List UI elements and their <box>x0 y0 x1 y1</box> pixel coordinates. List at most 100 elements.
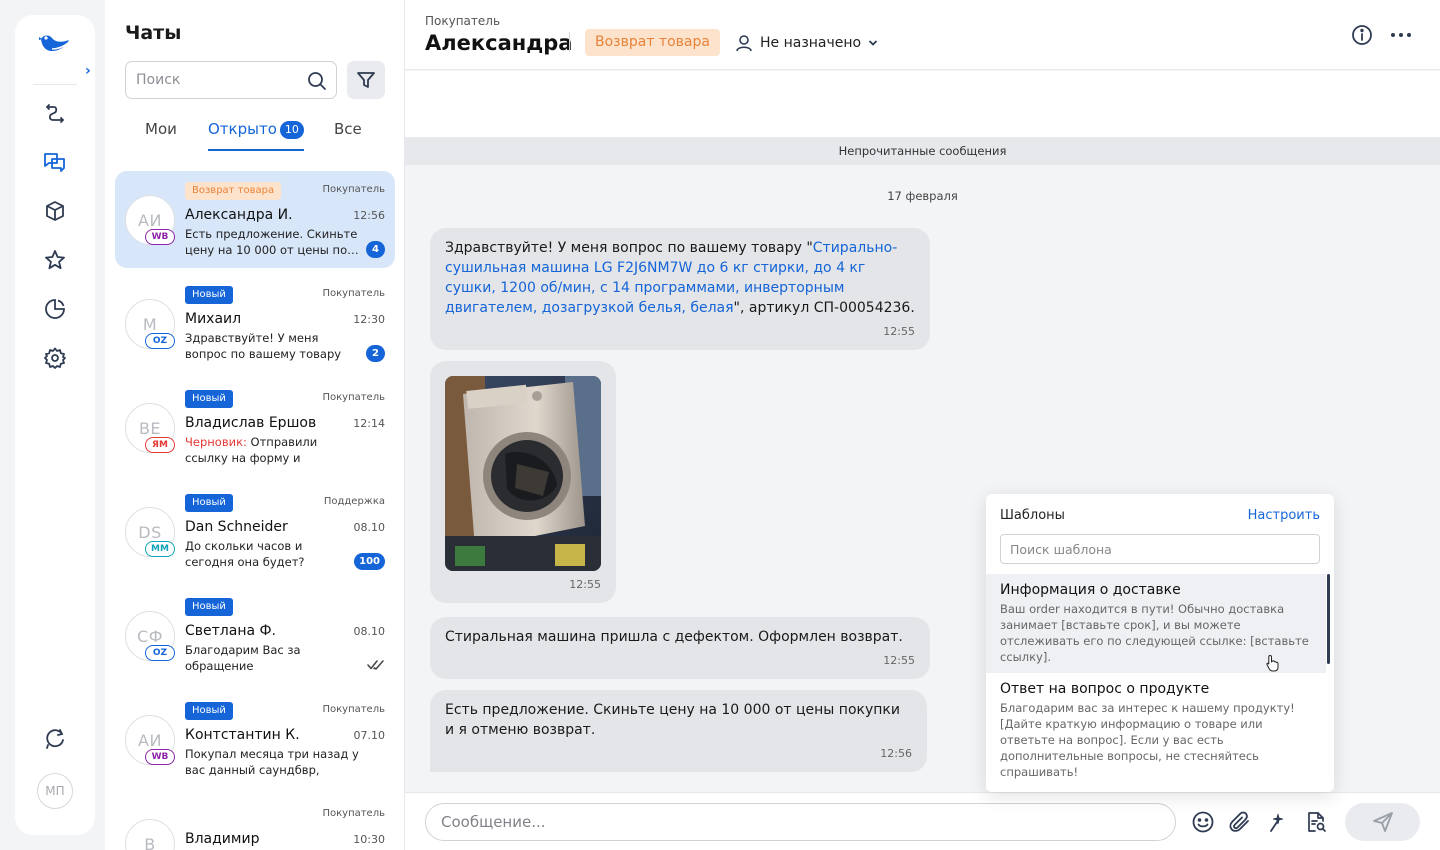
pie-chart-icon[interactable] <box>42 296 68 322</box>
assignee-label: Не назначено <box>760 35 862 51</box>
status-badge: Возврат товара <box>185 182 282 200</box>
history-area <box>405 71 1440 137</box>
templates-title: Шаблоны <box>1000 508 1065 523</box>
star-icon[interactable] <box>42 247 68 273</box>
contact-name: Михаил <box>185 311 242 327</box>
message-time: 12:56 <box>880 747 912 760</box>
expand-rail-chevron-icon[interactable]: › <box>85 63 99 79</box>
contact-name: Александра И. <box>185 207 293 223</box>
info-icon[interactable] <box>1351 24 1373 46</box>
contact-role: Покупатель <box>322 392 385 403</box>
tab-mine[interactable]: Мои <box>145 120 177 148</box>
chat-search-input[interactable] <box>136 72 296 88</box>
app-rail: › МП <box>15 15 95 835</box>
chat-list-title: Чаты <box>125 22 182 44</box>
chat-list-item[interactable]: ВЕ ЯМ Новый Покупатель Владислав Ершов 1… <box>115 379 395 476</box>
tab-open[interactable]: Открыто 10 <box>208 120 304 151</box>
refresh-chat-icon[interactable] <box>42 725 68 751</box>
user-avatar[interactable]: МП <box>37 773 73 809</box>
more-options-icon[interactable] <box>1389 24 1413 46</box>
unread-count: 4 <box>366 241 385 258</box>
templates-search-icon[interactable] <box>1304 810 1328 834</box>
contact-name: Владимир <box>185 831 260 847</box>
filter-button[interactable] <box>347 61 385 99</box>
chats-icon[interactable] <box>42 149 68 175</box>
user-icon <box>736 35 752 52</box>
message-time: 12:55 <box>883 325 915 338</box>
template-text: Благодарим вас за интерес к нашему проду… <box>1000 701 1295 779</box>
status-badge: Новый <box>185 286 233 304</box>
contact-name: Владислав Ершов <box>185 415 317 431</box>
chat-list-item[interactable]: М OZ Новый Покупатель Михаил 12:30 Здрав… <box>115 275 395 372</box>
contact-role: Поддержка <box>323 496 385 507</box>
contact-name: Светлана Ф. <box>185 623 277 639</box>
message-preview: Покупал месяца три назад у вас данный са… <box>185 747 359 777</box>
chat-list-panel: Чаты Мои Открыто10 Все АИ WB Возврат тов… <box>105 0 405 850</box>
message-bubble: Здравствуйте! У меня вопрос по вашему то… <box>430 228 930 350</box>
status-badge: Новый <box>185 702 233 720</box>
chat-list-item[interactable]: АИ WB Новый Покупатель Контстантин К. 07… <box>115 691 395 788</box>
marketplace-badge: WB <box>145 749 175 765</box>
message-time: 12:30 <box>353 313 385 326</box>
contact-name-title: Александра <box>425 31 573 55</box>
chat-list-item[interactable]: СФ OZ Новый Светлана Ф. 08.10 Благодарим… <box>115 587 395 684</box>
contact-type-label: Покупатель <box>425 14 501 28</box>
marketplace-badge: WB <box>145 229 175 245</box>
chevron-down-icon <box>868 40 878 46</box>
marketplace-badge: OZ <box>145 333 175 349</box>
chat-search-box[interactable] <box>125 61 337 99</box>
logo-bird-icon[interactable] <box>37 29 73 59</box>
contact-avatar: В <box>125 819 175 850</box>
template-name: Информация о доставке <box>1000 582 1181 598</box>
message-preview: Есть предложение. Скиньте цену на 10 000… <box>185 227 359 257</box>
tab-all[interactable]: Все <box>334 120 362 148</box>
emoji-icon[interactable] <box>1191 810 1215 834</box>
read-checkmarks-icon <box>367 660 384 670</box>
unread-count: 100 <box>354 553 385 570</box>
magic-wand-icon[interactable] <box>1266 810 1290 834</box>
message-time: 12:55 <box>569 578 601 591</box>
date-divider: 17 февраля <box>887 189 958 203</box>
message-composer <box>405 792 1440 850</box>
message-input[interactable] <box>441 813 1141 831</box>
washing-machine-photo[interactable] <box>445 376 601 571</box>
rail-divider <box>33 84 77 85</box>
send-button[interactable] <box>1345 803 1420 841</box>
marketplace-badge: ЯМ <box>145 437 175 453</box>
template-item-product-question[interactable]: Ответ на вопрос о продукте Благодарим ва… <box>986 673 1326 788</box>
message-preview: До скольки часов и сегодня она будет? <box>185 539 305 569</box>
message-time: 12:14 <box>353 417 385 430</box>
templates-scrollbar[interactable] <box>1327 574 1330 664</box>
chat-tabs: Мои Открыто 10 Все <box>125 116 385 152</box>
unread-count: 2 <box>366 345 385 362</box>
template-search-box[interactable] <box>1000 534 1320 564</box>
chat-status-tag[interactable]: Возврат товара <box>585 29 720 56</box>
message-time: 07.10 <box>353 729 386 742</box>
status-badge: Новый <box>185 598 233 616</box>
search-icon[interactable] <box>307 71 327 91</box>
contact-name: Dan Schneider <box>185 519 288 535</box>
contact-role: Покупатель <box>322 288 385 299</box>
attachment-icon[interactable] <box>1228 810 1252 834</box>
message-input-box[interactable] <box>425 803 1176 841</box>
chat-list-item[interactable]: DS ММ Новый Поддержка Dan Schneider 08.1… <box>115 483 395 580</box>
template-search-input[interactable] <box>1010 541 1300 557</box>
contact-role: Покупатель <box>322 184 385 195</box>
template-name: Ответ на вопрос о продукте <box>1000 681 1210 697</box>
templates-configure-link[interactable]: Настроить <box>1248 508 1320 523</box>
message-time: 12:56 <box>353 209 385 222</box>
assignee-dropdown[interactable]: Не назначено <box>735 32 878 54</box>
marketplace-badge: ММ <box>145 541 175 557</box>
header-divider <box>569 32 570 52</box>
box-icon[interactable] <box>42 198 68 224</box>
status-badge: Новый <box>185 494 233 512</box>
chat-list-item[interactable]: АИ WB Возврат товара Покупатель Александ… <box>115 171 395 268</box>
send-icon <box>1372 812 1393 832</box>
gear-icon[interactable] <box>42 345 68 371</box>
message-time: 08.10 <box>353 521 386 534</box>
hand-cursor-icon <box>1266 655 1279 672</box>
chat-header: Покупатель Александра Возврат товара Не … <box>405 0 1440 70</box>
routes-icon[interactable] <box>42 100 68 126</box>
contact-name: Контстантин К. <box>185 727 300 743</box>
chat-list-item[interactable]: В Покупатель Владимир 10:30 <box>115 795 395 850</box>
